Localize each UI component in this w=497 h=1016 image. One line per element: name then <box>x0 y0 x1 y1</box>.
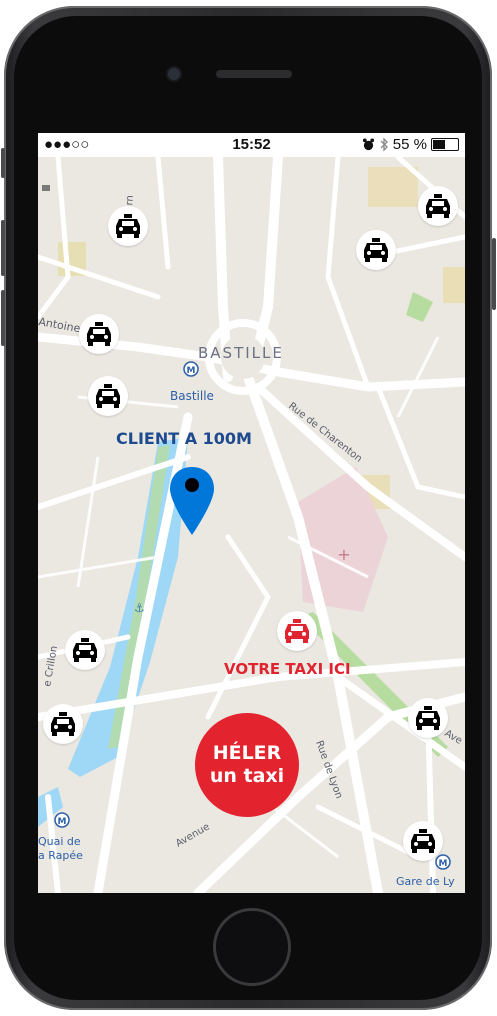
taxi-marker[interactable] <box>356 230 396 270</box>
quai-label-line2: a Rapée <box>38 849 83 862</box>
taxi-car-icon <box>364 238 388 262</box>
metro-quai-marker[interactable]: M <box>54 812 70 828</box>
taxi-marker[interactable] <box>79 314 119 354</box>
earpiece-speaker <box>216 70 292 78</box>
battery-fill <box>433 140 446 149</box>
hospital-icon: + <box>337 545 350 564</box>
hail-button-line1: HÉLER <box>212 742 282 764</box>
district-label: BASTILLE <box>198 344 284 362</box>
selected-taxi-marker[interactable] <box>277 611 317 651</box>
gare-label: Gare de Ly <box>396 875 455 888</box>
taxi-marker[interactable] <box>403 821 443 861</box>
taxi-marker[interactable] <box>108 206 148 246</box>
hail-button-line2: un taxi <box>209 765 285 787</box>
mute-switch <box>1 148 5 178</box>
taxi-marker[interactable] <box>43 704 83 744</box>
selected-taxi-label: VOTRE TAXI ICI <box>224 660 351 678</box>
status-bar: ●●●○○ 15:52 55 % <box>38 133 465 157</box>
taxi-marker[interactable] <box>408 698 448 738</box>
metro-bastille-label: Bastille <box>170 389 214 403</box>
anchor-icon: ⚓ <box>134 601 145 615</box>
taxi-car-icon <box>116 214 140 238</box>
home-button[interactable] <box>213 908 291 986</box>
metro-symbol: M <box>439 859 448 869</box>
metro-gare-marker[interactable]: M <box>435 854 451 870</box>
metro-bastille-marker[interactable]: M <box>183 361 199 377</box>
taxi-car-icon <box>426 194 450 218</box>
metro-symbol: M <box>58 817 67 827</box>
alarm-clock-icon <box>362 138 374 151</box>
taxi-car-icon <box>285 619 309 643</box>
quai-label-line1: Quai de <box>38 835 81 848</box>
taxi-marker[interactable] <box>418 186 458 226</box>
front-camera <box>168 68 180 80</box>
volume-up-button <box>1 220 5 276</box>
hail-taxi-button[interactable]: HÉLER un taxi <box>195 713 299 817</box>
client-location-pin[interactable] <box>168 465 216 537</box>
bluetooth-icon <box>380 137 388 152</box>
app-screen: ●●●○○ 15:52 55 % M M M + ⚓ BASTILLE Bast… <box>38 133 465 893</box>
battery-icon <box>431 138 459 151</box>
taxi-car-icon <box>411 829 435 853</box>
client-distance-label: CLIENT A 100M <box>116 429 252 448</box>
battery-percentage: 55 % <box>392 136 427 153</box>
taxi-marker[interactable] <box>65 630 105 670</box>
camera-poi-icon <box>42 185 50 191</box>
taxi-marker[interactable] <box>88 376 128 416</box>
taxi-car-icon <box>87 322 111 346</box>
status-right: 55 % <box>362 136 459 153</box>
power-button <box>492 238 496 310</box>
taxi-car-icon <box>416 706 440 730</box>
metro-symbol: M <box>187 366 196 376</box>
taxi-car-icon <box>96 384 120 408</box>
taxi-car-icon <box>73 638 97 662</box>
taxi-car-icon <box>51 712 75 736</box>
volume-down-button <box>1 290 5 346</box>
